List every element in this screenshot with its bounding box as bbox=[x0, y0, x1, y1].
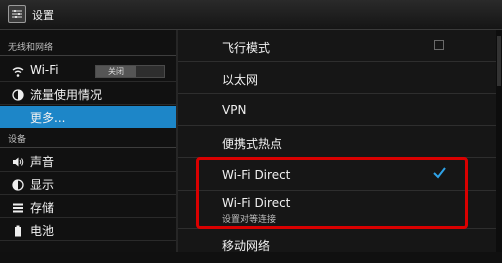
airplane-mode-checkbox[interactable] bbox=[434, 40, 444, 50]
row-vpn[interactable]: VPN bbox=[178, 94, 496, 126]
section-header-wireless: 无线和网络 bbox=[0, 40, 176, 56]
row-label: 以太网 bbox=[222, 73, 259, 87]
scrollbar-thumb[interactable] bbox=[497, 36, 501, 86]
sidebar-item-label: Wi-Fi bbox=[30, 63, 59, 77]
title-bar: 设置 bbox=[0, 0, 502, 30]
row-label: 便携式热点 bbox=[222, 137, 283, 151]
sidebar-item-storage[interactable]: 存储 bbox=[0, 196, 176, 218]
data-usage-icon bbox=[12, 89, 24, 101]
storage-icon bbox=[13, 203, 23, 213]
wifi-icon bbox=[12, 67, 24, 77]
row-mobile-network[interactable]: 移动网络 bbox=[178, 231, 496, 263]
sidebar-item-sound[interactable]: 声音 bbox=[0, 150, 176, 172]
sidebar-item-battery[interactable]: 电池 bbox=[0, 219, 176, 241]
sidebar-item-label: 更多... bbox=[30, 111, 66, 125]
row-label: VPN bbox=[222, 103, 247, 117]
row-portable-hotspot[interactable]: 便携式热点 bbox=[178, 126, 496, 158]
page-title: 设置 bbox=[32, 9, 54, 22]
brightness-icon bbox=[12, 179, 24, 191]
settings-sidebar: 无线和网络 Wi-Fi 关闭 流量使用情况 更多... 设备 声音 显示 存储 … bbox=[0, 30, 176, 252]
row-ethernet[interactable]: 以太网 bbox=[178, 62, 496, 94]
annotation-highlight-box bbox=[196, 157, 468, 229]
settings-app-icon[interactable] bbox=[8, 5, 26, 23]
volume-icon bbox=[13, 157, 24, 167]
sidebar-item-more[interactable]: 更多... bbox=[0, 106, 176, 128]
row-label: 飞行模式 bbox=[222, 41, 271, 55]
row-label: 移动网络 bbox=[222, 239, 271, 253]
sidebar-item-label: 显示 bbox=[30, 178, 55, 192]
sidebar-item-label: 声音 bbox=[30, 155, 55, 169]
scrollbar[interactable] bbox=[496, 30, 502, 252]
sidebar-item-label: 流量使用情况 bbox=[30, 88, 103, 102]
wifi-toggle-state: 关闭 bbox=[96, 66, 136, 77]
sidebar-item-display[interactable]: 显示 bbox=[0, 173, 176, 195]
sidebar-item-wifi[interactable]: Wi-Fi 关闭 bbox=[0, 60, 176, 82]
section-header-device: 设备 bbox=[0, 132, 176, 148]
battery-icon bbox=[15, 225, 21, 237]
wifi-toggle[interactable]: 关闭 bbox=[95, 65, 165, 78]
sidebar-item-data-usage[interactable]: 流量使用情况 bbox=[0, 83, 176, 105]
row-airplane-mode[interactable]: 飞行模式 bbox=[178, 30, 496, 62]
sidebar-item-label: 存储 bbox=[30, 201, 55, 215]
sidebar-item-label: 电池 bbox=[30, 224, 55, 238]
